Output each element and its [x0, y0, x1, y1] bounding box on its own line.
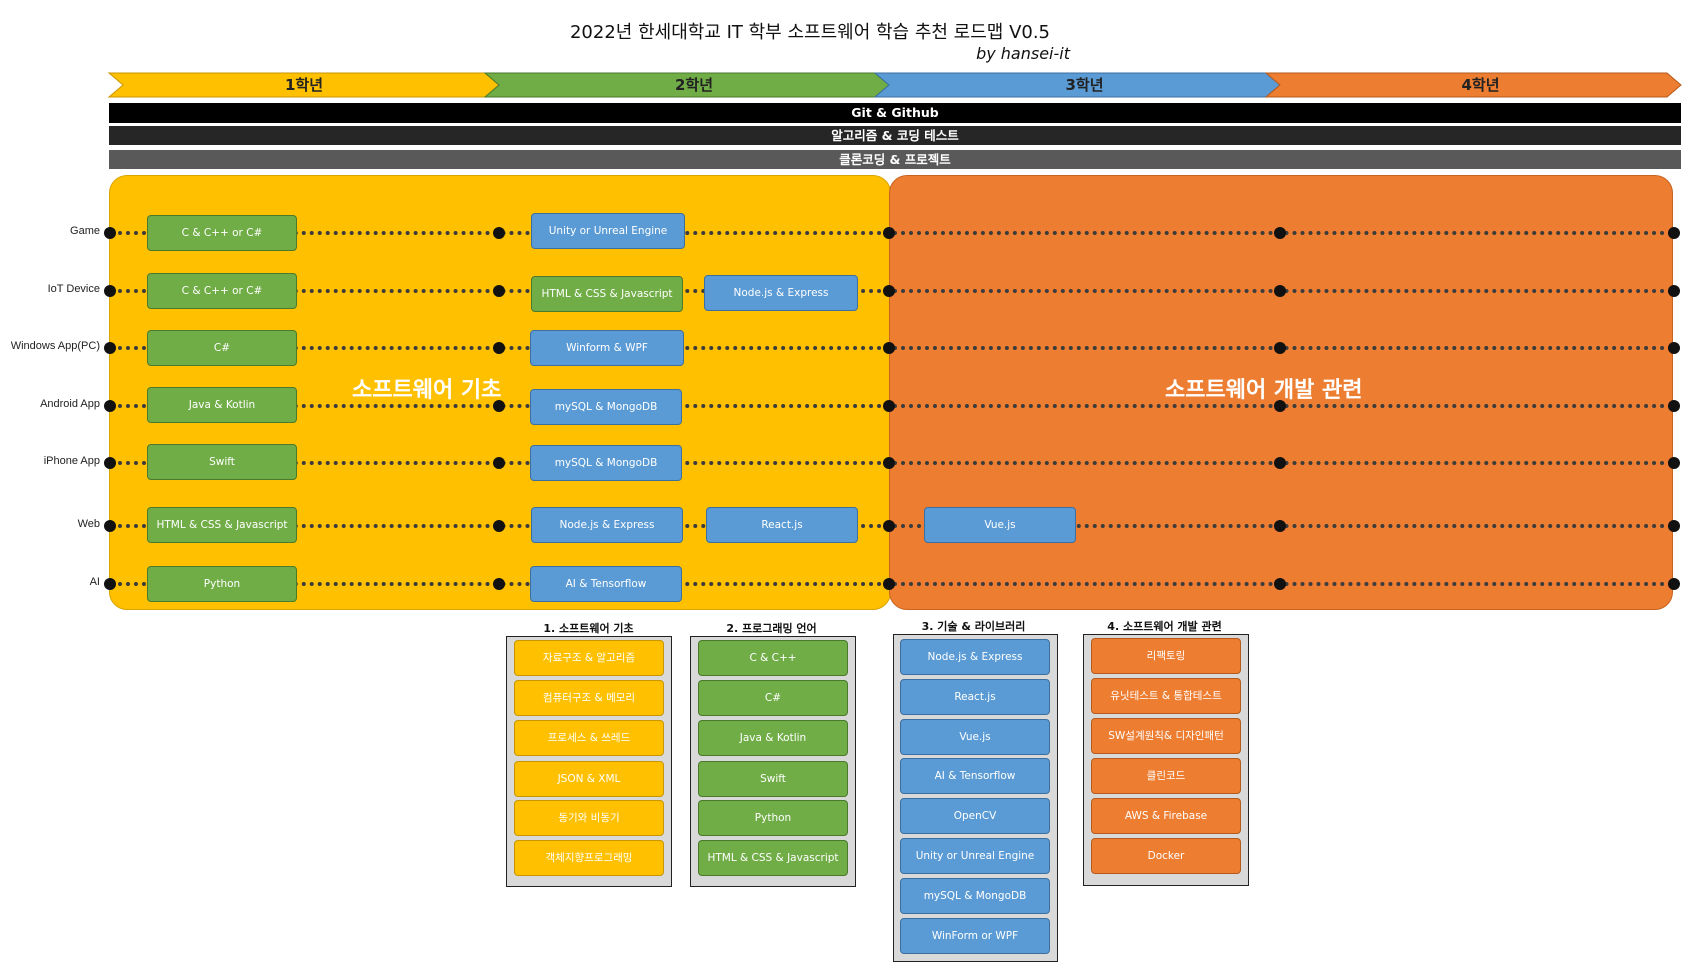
- web-node-react: React.js: [706, 507, 858, 543]
- track-dot: [883, 342, 895, 354]
- track-dot: [1274, 520, 1286, 532]
- year-2-label: 2학년: [674, 76, 714, 94]
- category-2-title: 2. 프로그래밍 언어: [726, 622, 817, 635]
- game-node-language: C & C++ or C#: [147, 215, 297, 251]
- cat4-item: SW설계원칙& 디자인패턴: [1091, 718, 1241, 754]
- track-dot: [883, 400, 895, 412]
- cat4-item: 유닛테스트 & 통합테스트: [1091, 678, 1241, 714]
- software-development-label: 소프트웨어 개발 관련: [1165, 378, 1363, 403]
- track-label-game: Game: [70, 225, 100, 237]
- track-label-ai: AI: [89, 576, 100, 588]
- cat3-item: OpenCV: [900, 798, 1050, 834]
- cat4-item: AWS & Firebase: [1091, 798, 1241, 834]
- cat2-item: Java & Kotlin: [698, 720, 848, 756]
- track-dot: [1668, 227, 1680, 239]
- track-dot: [104, 285, 116, 297]
- cat4-item: Docker: [1091, 838, 1241, 874]
- game-node-engine: Unity or Unreal Engine: [531, 213, 685, 249]
- cat3-item: mySQL & MongoDB: [900, 878, 1050, 914]
- year-4-label: 4학년: [1461, 76, 1500, 94]
- cat3-item: React.js: [900, 679, 1050, 715]
- track-dot: [104, 342, 116, 354]
- iphone-node-database: mySQL & MongoDB: [530, 445, 682, 481]
- cat1-item: 객체지향프로그래밍: [514, 840, 664, 876]
- cat2-item: HTML & CSS & Javascript: [698, 840, 848, 876]
- track-dot: [883, 457, 895, 469]
- track-label-iot: IoT Device: [47, 283, 100, 295]
- track-dot: [1274, 342, 1286, 354]
- cat3-item: AI & Tensorflow: [900, 758, 1050, 794]
- track-dot: [104, 227, 116, 239]
- android-node-language: Java & Kotlin: [147, 387, 297, 423]
- track-dot: [883, 520, 895, 532]
- category-4-title: 4. 소프트웨어 개발 관련: [1107, 620, 1222, 633]
- iphone-node-language: Swift: [147, 444, 297, 480]
- cat1-item: 자료구조 & 알고리즘: [514, 640, 664, 676]
- category-1-title: 1. 소프트웨어 기초: [543, 622, 634, 635]
- cat1-item: 동기와 비동기: [514, 800, 664, 836]
- cat1-item: 컴퓨터구조 & 메모리: [514, 680, 664, 716]
- iot-node-web: HTML & CSS & Javascript: [531, 276, 683, 312]
- track-dot: [1668, 285, 1680, 297]
- year-1-label: 1학년: [284, 76, 324, 94]
- cat2-item: C#: [698, 680, 848, 716]
- track-label-windows: Windows App(PC): [10, 340, 100, 352]
- cat4-item: 리팩토링: [1091, 638, 1241, 674]
- track-dot: [1274, 457, 1286, 469]
- track-dot: [883, 285, 895, 297]
- track-label-iphone: iPhone App: [43, 455, 100, 467]
- track-dot: [1668, 578, 1680, 590]
- track-dot: [1668, 400, 1680, 412]
- bar-clone-coding: 클론코딩 & 프로젝트: [109, 150, 1681, 169]
- category-3-title: 3. 기술 & 라이브러리: [921, 620, 1026, 633]
- iot-node-node: Node.js & Express: [704, 275, 858, 311]
- track-dot: [104, 520, 116, 532]
- year-3-label: 3학년: [1065, 76, 1104, 94]
- windows-node-language: C#: [147, 330, 297, 366]
- track-dot: [1274, 285, 1286, 297]
- track-dot: [493, 520, 505, 532]
- cat3-item: Node.js & Express: [900, 639, 1050, 675]
- track-label-android: Android App: [40, 398, 100, 410]
- track-dot: [104, 578, 116, 590]
- cat2-item: C & C++: [698, 640, 848, 676]
- bar-algorithm: 알고리즘 & 코딩 테스트: [109, 126, 1681, 145]
- cat3-item: Unity or Unreal Engine: [900, 838, 1050, 874]
- cat3-item: WinForm or WPF: [900, 918, 1050, 954]
- track-dot: [493, 342, 505, 354]
- track-dot: [104, 400, 116, 412]
- cat4-item: 클린코드: [1091, 758, 1241, 794]
- track-dot: [493, 285, 505, 297]
- android-node-database: mySQL & MongoDB: [530, 389, 682, 425]
- cat3-item: Vue.js: [900, 719, 1050, 755]
- web-node-node: Node.js & Express: [531, 507, 683, 543]
- track-label-web: Web: [77, 518, 100, 530]
- track-dot: [1668, 457, 1680, 469]
- track-dot: [883, 578, 895, 590]
- track-dot: [1274, 578, 1286, 590]
- cat1-item: 프로세스 & 쓰레드: [514, 720, 664, 756]
- bar-git-github: Git & Github: [109, 103, 1681, 123]
- cat1-item: JSON & XML: [514, 761, 664, 797]
- software-basics-label: 소프트웨어 기초: [352, 378, 502, 403]
- track-dot: [493, 578, 505, 590]
- track-dot: [493, 227, 505, 239]
- track-dot: [1668, 342, 1680, 354]
- track-dot: [493, 457, 505, 469]
- track-dot: [883, 227, 895, 239]
- track-dot: [1668, 520, 1680, 532]
- cat2-item: Swift: [698, 761, 848, 797]
- ai-node-language: Python: [147, 566, 297, 602]
- track-dot: [1274, 227, 1286, 239]
- ai-node-tensorflow: AI & Tensorflow: [530, 566, 682, 602]
- web-node-vue: Vue.js: [924, 507, 1076, 543]
- web-node-language: HTML & CSS & Javascript: [147, 507, 297, 543]
- windows-node-framework: Winform & WPF: [530, 330, 684, 366]
- cat2-item: Python: [698, 800, 848, 836]
- track-dot: [104, 457, 116, 469]
- iot-node-language: C & C++ or C#: [147, 273, 297, 309]
